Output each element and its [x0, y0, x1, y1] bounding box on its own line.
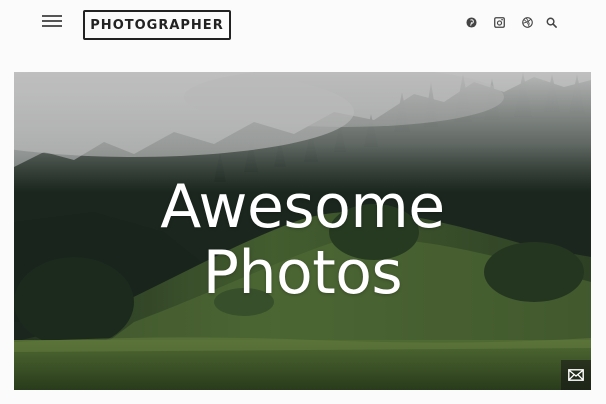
site-logo[interactable]: PHOTOGRAPHER — [83, 10, 231, 40]
pinterest-icon[interactable] — [464, 14, 478, 30]
page: PHOTOGRAPHER Awesome Photos — [0, 0, 606, 404]
hero-title-line-1: Awesome — [160, 172, 445, 242]
search-icon[interactable] — [544, 14, 558, 30]
dribbble-icon[interactable] — [520, 14, 534, 30]
hero-banner: Awesome Photos — [14, 72, 591, 390]
instagram-icon[interactable] — [492, 14, 506, 30]
menu-icon[interactable] — [40, 13, 64, 29]
hero-title-line-2: Photos — [202, 238, 403, 308]
site-header: PHOTOGRAPHER — [0, 0, 606, 50]
hero-title: Awesome Photos — [14, 174, 591, 306]
mail-icon[interactable] — [561, 360, 591, 390]
